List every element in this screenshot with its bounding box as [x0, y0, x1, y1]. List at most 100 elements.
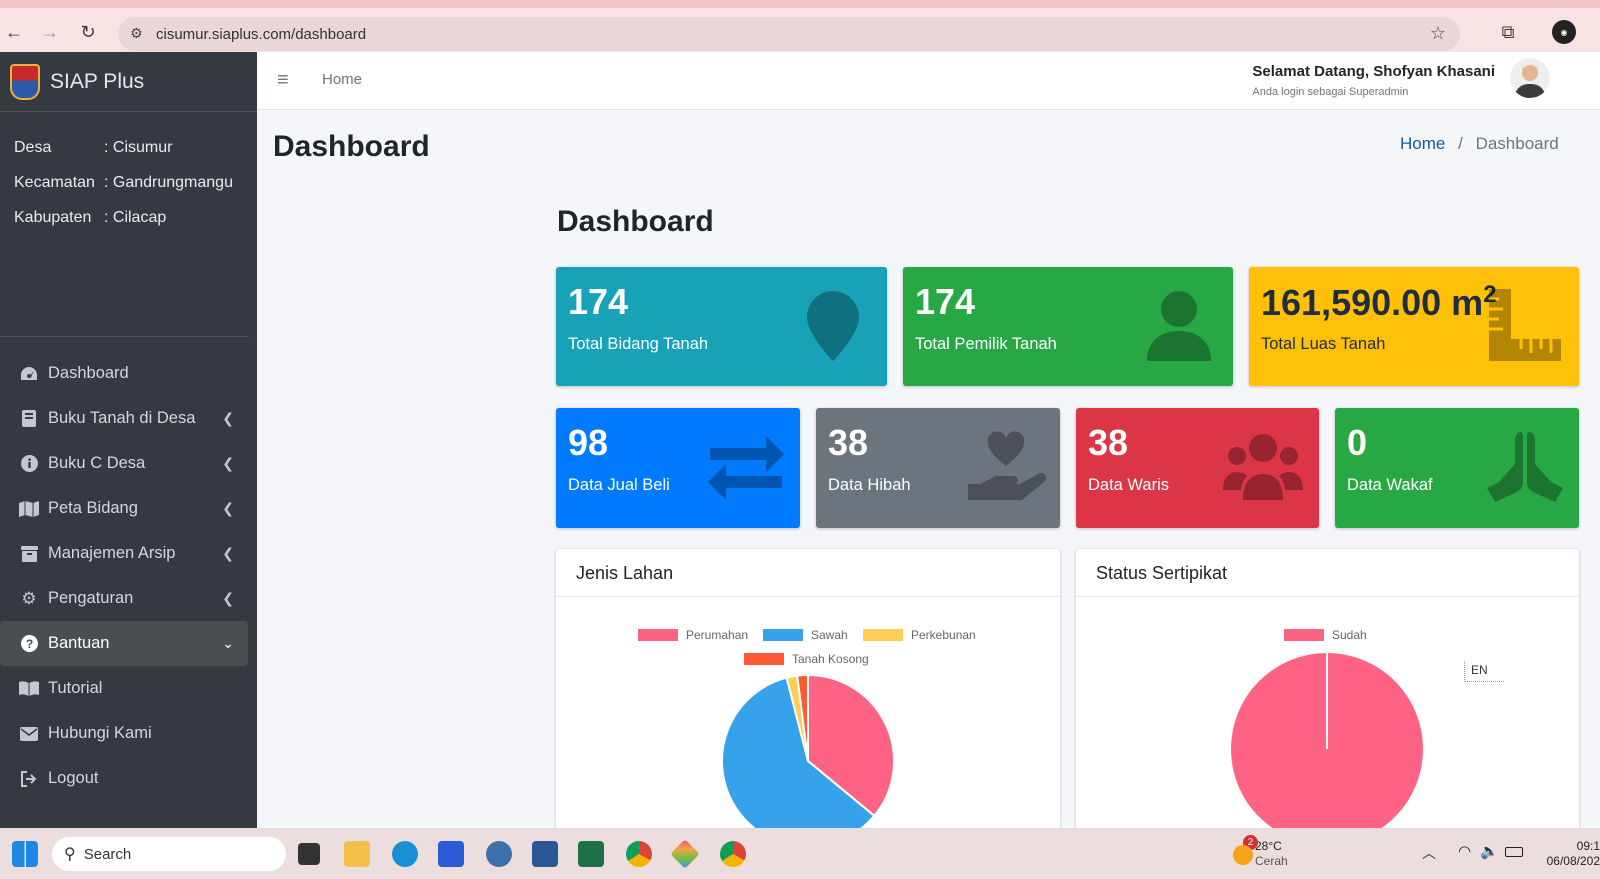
- sidebar-item-pengaturan[interactable]: ⚙ Pengaturan ❮: [0, 576, 248, 621]
- location-value: : Gandrungmangu: [104, 173, 233, 191]
- search-icon: ⚲: [64, 846, 76, 863]
- exchange-arrows-icon: [708, 436, 784, 500]
- welcome-text: Selamat Datang, Shofyan Khasani: [1252, 63, 1495, 80]
- dashboard-heading: Dashboard: [557, 205, 714, 238]
- info-icon: [18, 455, 40, 473]
- location-value: : Cilacap: [104, 208, 167, 226]
- sidebar-item-manajemen-arsip[interactable]: Manajemen Arsip ❮: [0, 531, 248, 576]
- sidebar-item-buku-tanah[interactable]: Buku Tanah di Desa ❮: [0, 396, 248, 441]
- stat-wakaf[interactable]: 0 Data Wakaf: [1335, 408, 1579, 528]
- stat-label: Data Wakaf: [1347, 476, 1433, 494]
- stat-total-bidang[interactable]: 174 Total Bidang Tanah: [556, 267, 887, 386]
- weather-condition: Cerah: [1255, 854, 1288, 868]
- sidebar-item-label: Peta Bidang: [48, 499, 138, 517]
- book-open-icon: [18, 680, 40, 698]
- chrome-icon[interactable]: [720, 841, 746, 867]
- chevron-left-icon: ❮: [222, 410, 234, 426]
- book-icon: [18, 410, 40, 428]
- address-bar[interactable]: ⚙ cisumur.siaplus.com/dashboard ☆: [118, 17, 1460, 51]
- sidebar-item-peta-bidang[interactable]: Peta Bidang ❮: [0, 486, 248, 531]
- sidebar-item-bantuan[interactable]: ? Bantuan ⌄: [0, 621, 248, 666]
- system-clock[interactable]: 09:1 06/08/202: [1540, 839, 1600, 869]
- wifi-icon[interactable]: ◠: [1458, 842, 1471, 860]
- hamburger-menu-icon[interactable]: ≡: [277, 69, 289, 92]
- weather-widget[interactable]: 2 28°C Cerah: [1233, 835, 1288, 869]
- excel-icon[interactable]: [578, 841, 604, 867]
- tachometer-icon: [18, 365, 40, 383]
- user-avatar[interactable]: [1510, 58, 1550, 98]
- breadcrumb-current: Dashboard: [1475, 134, 1559, 153]
- stat-value: 38: [828, 422, 869, 463]
- back-icon[interactable]: ←: [0, 18, 28, 46]
- windows-start-icon[interactable]: [12, 841, 38, 867]
- sidebar-item-logout[interactable]: Logout: [0, 756, 248, 801]
- site-settings-icon[interactable]: ⚙: [130, 25, 143, 42]
- stat-value: 38: [1088, 422, 1129, 463]
- sidebar-item-dashboard[interactable]: Dashboard: [0, 351, 248, 396]
- location-info: Desa: Cisumur Kecamatan: Gandrungmangu K…: [0, 112, 249, 337]
- breadcrumb-home-link[interactable]: Home: [1400, 134, 1445, 153]
- map-icon: [18, 500, 40, 518]
- file-explorer-icon[interactable]: [344, 841, 370, 867]
- chart-card-jenis-lahan: Jenis Lahan Perumahan Sawah Perkebunan T…: [556, 549, 1060, 839]
- reload-icon[interactable]: ↻: [74, 18, 102, 46]
- page-title: Dashboard: [273, 130, 430, 163]
- url-text[interactable]: cisumur.siaplus.com/dashboard: [156, 26, 366, 43]
- search-placeholder: Search: [83, 845, 132, 863]
- sidebar-item-label: Manajemen Arsip: [48, 544, 176, 562]
- sidebar-item-label: Hubungi Kami: [48, 724, 152, 742]
- sidebar-item-buku-c[interactable]: Buku C Desa ❮: [0, 441, 248, 486]
- chevron-left-icon: ❮: [222, 500, 234, 516]
- stat-value: 0: [1347, 422, 1368, 463]
- sidebar-item-hubungi-kami[interactable]: Hubungi Kami: [0, 711, 248, 756]
- map-marker-icon: [807, 291, 859, 361]
- extensions-icon[interactable]: ⧉: [1494, 18, 1522, 46]
- chevron-down-icon: ⌄: [222, 635, 234, 651]
- clock-time: 09:1: [1576, 839, 1600, 853]
- stat-value: 98: [568, 422, 609, 463]
- sidebar-item-label: Logout: [48, 769, 99, 787]
- stat-label: Total Luas Tanah: [1261, 335, 1386, 353]
- top-navbar: ≡ Home Selamat Datang, Shofyan Khasani A…: [257, 52, 1600, 110]
- postgres-icon[interactable]: [486, 841, 512, 867]
- stat-value: 174: [568, 281, 629, 322]
- chevron-left-icon: ❮: [222, 545, 234, 561]
- stat-label: Total Pemilik Tanah: [915, 335, 1057, 353]
- user-icon: [1147, 291, 1211, 361]
- brand[interactable]: SIAP Plus: [0, 52, 257, 112]
- logout-icon: [18, 770, 40, 788]
- stat-label: Total Bidang Tanah: [568, 335, 709, 353]
- chevron-left-icon: ❮: [222, 455, 234, 471]
- edge-browser-icon[interactable]: [392, 841, 418, 867]
- sidebar-item-label: Buku C Desa: [48, 454, 146, 472]
- user-greeting: Selamat Datang, Shofyan Khasani Anda log…: [1252, 63, 1495, 98]
- stat-total-pemilik[interactable]: 174 Total Pemilik Tanah: [903, 267, 1233, 386]
- store-icon[interactable]: [438, 841, 464, 867]
- git-app-icon[interactable]: [670, 839, 700, 869]
- stat-label: Data Waris: [1088, 476, 1169, 494]
- battery-icon[interactable]: [1505, 847, 1523, 857]
- clock-date: 06/08/202: [1546, 854, 1600, 868]
- chevron-up-icon[interactable]: ︿: [1422, 843, 1436, 863]
- chrome-profile-icon[interactable]: [626, 841, 652, 867]
- stat-jual-beli[interactable]: 98 Data Jual Beli: [556, 408, 800, 528]
- nav-home-link[interactable]: Home: [322, 71, 362, 88]
- forward-icon[interactable]: →: [36, 18, 64, 46]
- gears-icon: ⚙: [21, 588, 37, 608]
- browser-toolbar: ← → ↻ ⚙ cisumur.siaplus.com/dashboard ☆ …: [0, 0, 1600, 52]
- task-view-icon[interactable]: [298, 843, 320, 865]
- stat-total-luas[interactable]: 161,590.00 m2 Total Luas Tanah: [1249, 267, 1579, 386]
- sidebar-item-label: Pengaturan: [48, 589, 134, 607]
- bookmark-star-icon[interactable]: ☆: [1430, 23, 1446, 44]
- volume-icon[interactable]: 🔈: [1480, 842, 1499, 860]
- chevron-left-icon: ❮: [222, 590, 234, 606]
- word-icon[interactable]: [532, 841, 558, 867]
- stat-hibah[interactable]: 38 Data Hibah: [816, 408, 1060, 528]
- stat-waris[interactable]: 38 Data Waris: [1076, 408, 1319, 528]
- sidebar-item-tutorial[interactable]: Tutorial: [0, 666, 248, 711]
- location-key: Kabupaten: [14, 208, 92, 226]
- taskbar-search[interactable]: ⚲ Search: [52, 837, 286, 871]
- svg-text:?: ?: [25, 637, 32, 651]
- users-group-icon: [1223, 434, 1303, 500]
- profile-avatar[interactable]: ◉: [1552, 20, 1576, 44]
